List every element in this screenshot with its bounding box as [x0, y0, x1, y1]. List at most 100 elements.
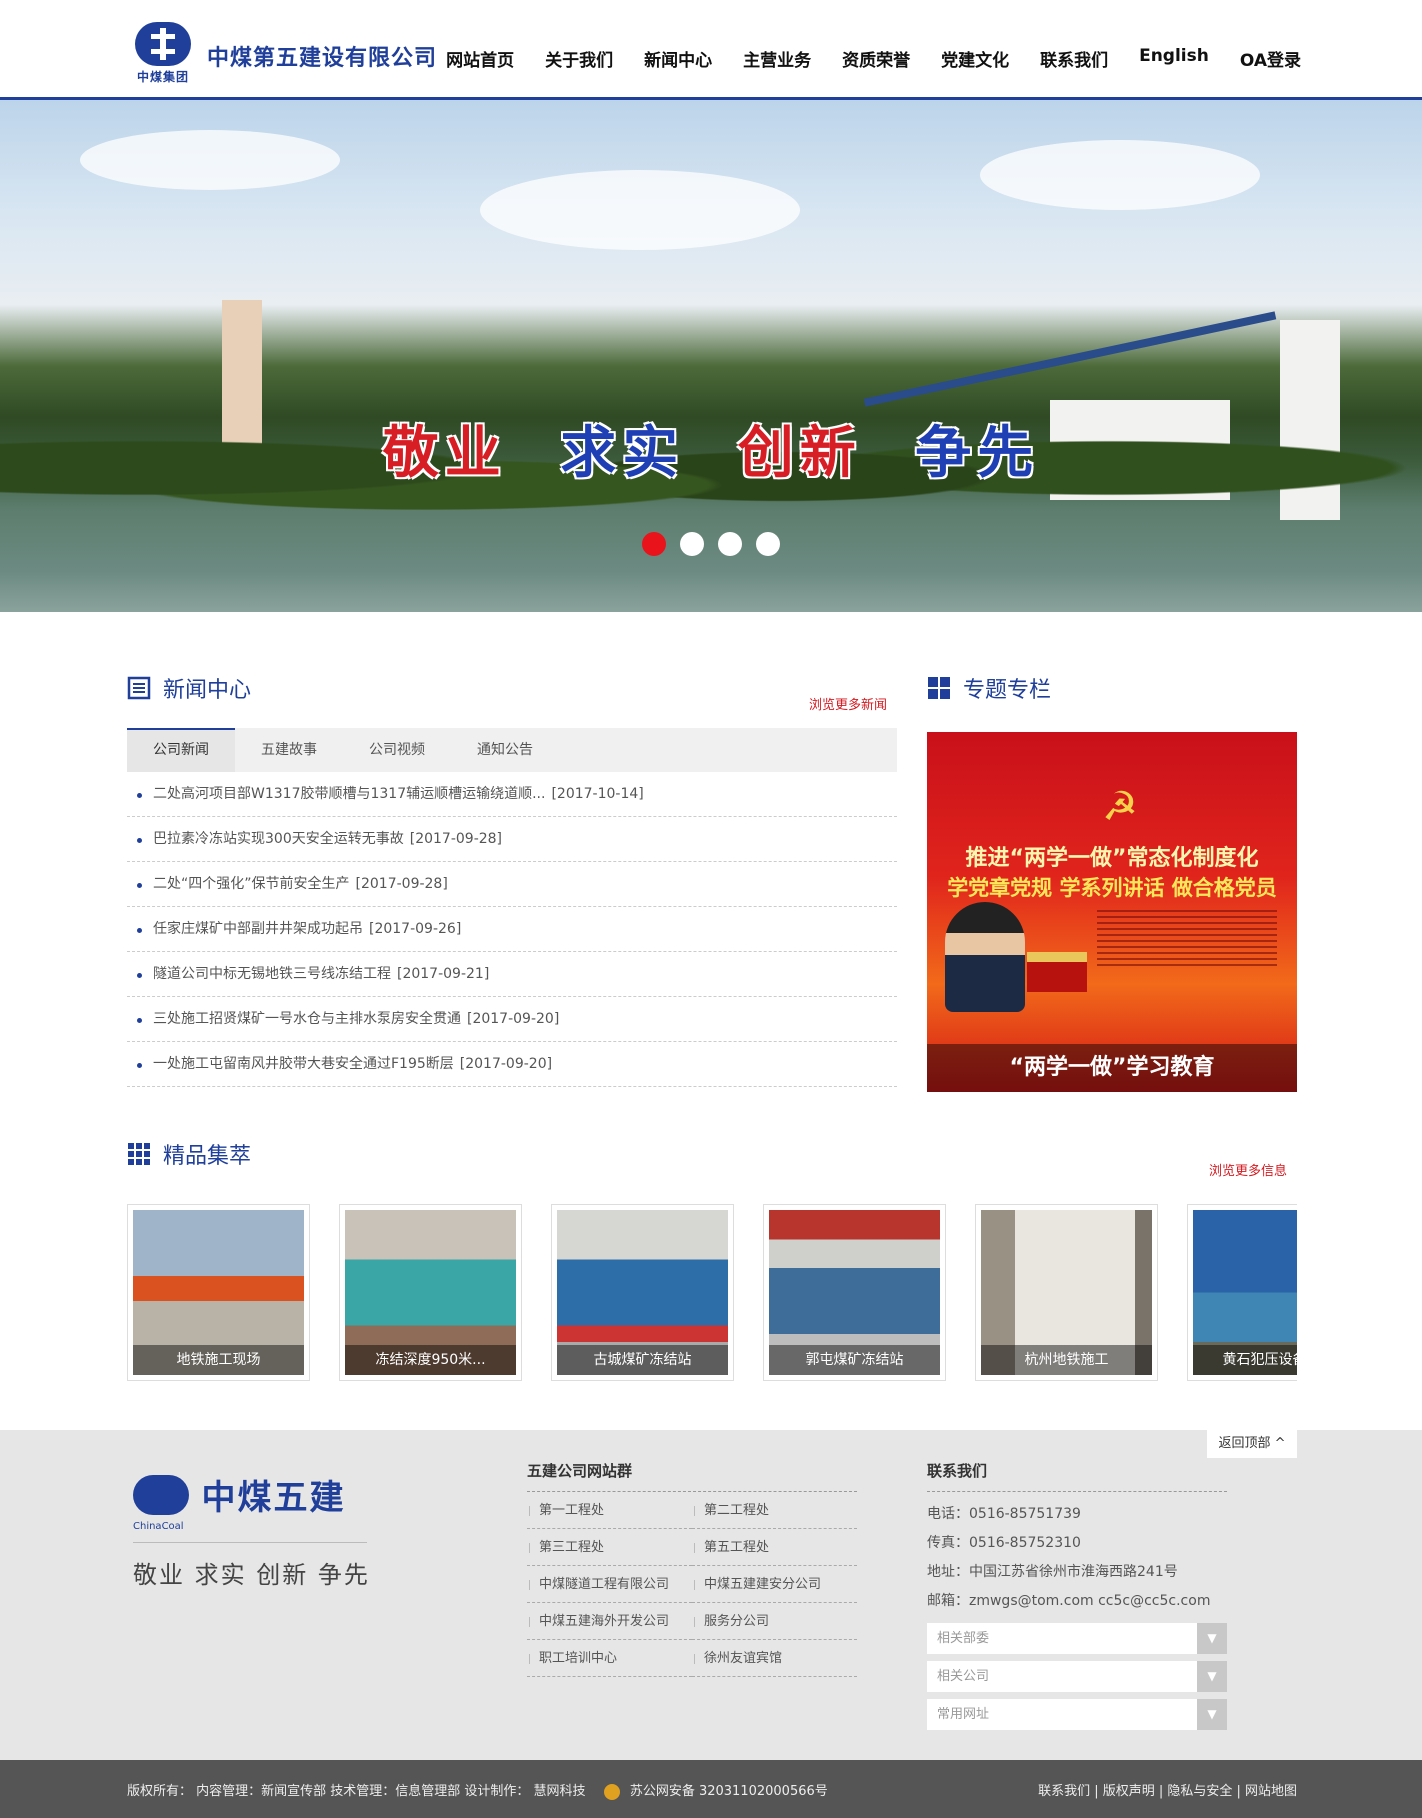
news-item[interactable]: 二处“四个强化”保节前安全生产 [2017-09-28] — [127, 862, 897, 907]
site-link[interactable]: 中煤五建建安分公司 — [692, 1566, 857, 1603]
tab-videos[interactable]: 公司视频 — [343, 728, 451, 772]
site-link[interactable]: 第三工程处 — [527, 1529, 692, 1566]
nav-home[interactable]: 网站首页 — [446, 46, 514, 71]
conveyor-belt — [863, 311, 1277, 407]
gallery-item[interactable]: 杭州地铁施工 — [975, 1204, 1158, 1381]
news-item-title[interactable]: 二处高河项目部W1317胶带顺槽与1317辅运顺槽运输绕道顺... — [153, 786, 545, 802]
gallery-section: 精品集萃 浏览更多信息 地铁施工现场 冻结深度950米... 古城煤矿冻结站 郭… — [127, 1138, 1297, 1381]
news-item-date: [2017-10-14] — [551, 786, 644, 802]
tab-stories[interactable]: 五建故事 — [235, 728, 343, 772]
slogan-word-1: 敬业 — [382, 421, 507, 486]
gallery-item[interactable]: 古城煤矿冻结站 — [551, 1204, 734, 1381]
carousel-dot[interactable] — [756, 532, 780, 556]
more-news-link[interactable]: 浏览更多新闻 — [809, 694, 887, 713]
news-item-date: [2017-09-28] — [355, 876, 448, 892]
news-title-text: 新闻中心 — [163, 678, 252, 703]
police-badge-icon — [603, 1783, 620, 1800]
news-item-title[interactable]: 任家庄煤矿中部副井井架成功起吊 — [153, 921, 363, 937]
gallery-item[interactable]: 黄石犯压设备厂房 — [1187, 1204, 1297, 1381]
grid-dots-icon — [128, 1143, 150, 1165]
gallery-caption: 郭屯煤矿冻结站 — [769, 1345, 940, 1375]
news-item[interactable]: 巴拉素冷冻站实现300天安全运转无事故 [2017-09-28] — [127, 817, 897, 862]
related-ministries-select[interactable]: 相关部委 ▼ — [927, 1623, 1227, 1654]
select-value: 相关公司 — [937, 1669, 990, 1684]
footer-logo-en: ChinaCoal — [133, 1521, 184, 1532]
nav-contact[interactable]: 联系我们 — [1040, 46, 1108, 71]
gallery-title-text: 精品集萃 — [163, 1144, 252, 1169]
nav-oa-login[interactable]: OA登录 — [1240, 46, 1301, 71]
party-emblem-icon: ☭ — [1102, 784, 1138, 830]
carousel-dot[interactable] — [718, 532, 742, 556]
news-title: 新闻中心 — [127, 672, 897, 704]
gallery-item[interactable]: 地铁施工现场 — [127, 1204, 310, 1381]
carousel-dot[interactable] — [642, 532, 666, 556]
common-sites-select[interactable]: 常用网址 ▼ — [927, 1699, 1227, 1730]
site-link[interactable]: 第五工程处 — [692, 1529, 857, 1566]
chevron-down-icon: ▼ — [1197, 1661, 1227, 1692]
site-link[interactable]: 中煤隧道工程有限公司 — [527, 1566, 692, 1603]
cloud — [80, 130, 340, 190]
divider — [133, 1542, 367, 1543]
news-item-title[interactable]: 巴拉素冷冻站实现300天安全运转无事故 — [153, 831, 404, 847]
document-icon — [127, 676, 151, 700]
gallery-item[interactable]: 冻结深度950米... — [339, 1204, 522, 1381]
site-link[interactable]: 中煤五建海外开发公司 — [527, 1603, 692, 1640]
more-gallery-link[interactable]: 浏览更多信息 — [1209, 1160, 1287, 1179]
footer-logo-name: 中煤五建 — [201, 1478, 346, 1518]
topic-title-text: 专题专栏 — [963, 678, 1052, 703]
nav-about[interactable]: 关于我们 — [545, 46, 613, 71]
carousel-dot[interactable] — [680, 532, 704, 556]
icp-text[interactable]: 苏公网安备 32031102000566号 — [630, 1784, 828, 1799]
nav-news[interactable]: 新闻中心 — [644, 46, 712, 71]
nav-business[interactable]: 主营业务 — [743, 46, 811, 71]
news-item-title[interactable]: 三处施工招贤煤矿一号水仓与主排水泵房安全贯通 — [153, 1011, 461, 1027]
tab-company-news[interactable]: 公司新闻 — [127, 728, 235, 772]
site-link[interactable]: 第二工程处 — [692, 1492, 857, 1529]
news-item[interactable]: 三处施工招贤煤矿一号水仓与主排水泵房安全贯通 [2017-09-20] — [127, 997, 897, 1042]
back-to-top-button[interactable]: 返回顶部 ^ — [1207, 1430, 1297, 1458]
designer-link[interactable]: 慧网科技 — [534, 1784, 586, 1799]
topic-banner[interactable]: ☭ 推进“两学一做”常态化制度化 学党章党规 学系列讲话 做合格党员 “两学一做… — [927, 732, 1297, 1092]
news-item[interactable]: 二处高河项目部W1317胶带顺槽与1317辅运顺槽运输绕道顺... [2017-1… — [127, 772, 897, 817]
contact-fax: 传真：0516-85752310 — [927, 1535, 1081, 1551]
carousel-dots — [0, 532, 1422, 560]
banner-slogan: 敬业 求实 创新 争先 — [0, 408, 1422, 489]
topic-poster-line2: 学党章党规 学系列讲话 做合格党员 — [947, 876, 1277, 900]
news-item[interactable]: 任家庄煤矿中部副井井架成功起吊 [2017-09-26] — [127, 907, 897, 952]
site-link[interactable]: 服务分公司 — [692, 1603, 857, 1640]
contact-phone: 电话：0516-85751739 — [927, 1506, 1081, 1522]
nav-honors[interactable]: 资质荣誉 — [842, 46, 910, 71]
bottom-links[interactable]: 联系我们 | 版权声明 | 隐私与安全 | 网站地图 — [1038, 1780, 1297, 1799]
news-list: 二处高河项目部W1317胶带顺槽与1317辅运顺槽运输绕道顺... [2017-1… — [127, 772, 897, 1087]
gallery-item[interactable]: 郭屯煤矿冻结站 — [763, 1204, 946, 1381]
slogan-word-3: 创新 — [737, 421, 862, 486]
contact-title: 联系我们 — [927, 1460, 1227, 1492]
news-item[interactable]: 一处施工屯留南风井胶带大巷安全通过F195断层 [2017-09-20] — [127, 1042, 897, 1087]
site-footer: 返回顶部 ^ 中煤五建 ChinaCoal 敬业 求实 创新 争先 五建公司网站… — [0, 1430, 1422, 1760]
nav-party[interactable]: 党建文化 — [941, 46, 1009, 71]
news-item-date: [2017-09-20] — [467, 1011, 560, 1027]
contact-info: 联系我们 电话：0516-85751739 传真：0516-85752310 地… — [927, 1460, 1227, 1730]
news-tabs: 公司新闻 五建故事 公司视频 通知公告 — [127, 728, 897, 772]
chevron-down-icon: ▼ — [1197, 1699, 1227, 1730]
news-item-title[interactable]: 隧道公司中标无锡地铁三号线冻结工程 — [153, 966, 391, 982]
gallery-caption: 黄石犯压设备厂房 — [1193, 1345, 1297, 1375]
copyright-info: 版权所有： 内容管理：新闻宣传部 技术管理：信息管理部 设计制作： 慧网科技 苏… — [127, 1780, 828, 1800]
contact-email: 邮箱：zmwgs@tom.com cc5c@cc5c.com — [927, 1593, 1211, 1609]
company-name: 中煤第五建设有限公司 — [207, 46, 438, 71]
site-logo[interactable]: 中煤集团 中煤第五建设有限公司 — [131, 22, 437, 86]
news-item-title[interactable]: 一处施工屯留南风井胶带大巷安全通过F195断层 — [153, 1056, 454, 1072]
gallery-caption: 杭州地铁施工 — [981, 1345, 1152, 1375]
tab-notices[interactable]: 通知公告 — [451, 728, 559, 772]
site-link[interactable]: 职工培训中心 — [527, 1640, 692, 1677]
china-coal-logo-icon — [133, 1474, 189, 1515]
related-companies-select[interactable]: 相关公司 ▼ — [927, 1661, 1227, 1692]
gallery-title: 精品集萃 — [127, 1138, 1297, 1170]
news-item-title[interactable]: 二处“四个强化”保节前安全生产 — [153, 876, 350, 892]
select-value: 常用网址 — [937, 1707, 990, 1722]
site-link[interactable]: 第一工程处 — [527, 1492, 692, 1529]
site-link[interactable]: 徐州友谊宾馆 — [692, 1640, 857, 1677]
portrait-image — [945, 902, 1025, 1012]
nav-english[interactable]: English — [1139, 46, 1209, 71]
news-item[interactable]: 隧道公司中标无锡地铁三号线冻结工程 [2017-09-21] — [127, 952, 897, 997]
